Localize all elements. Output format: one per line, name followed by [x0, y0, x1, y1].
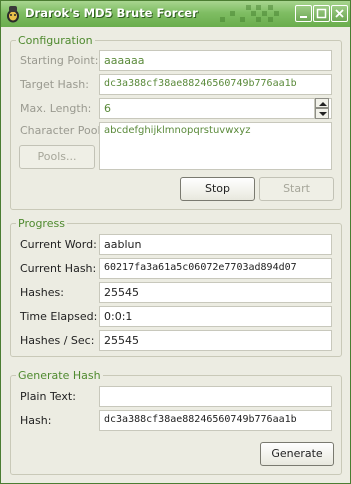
- progress-legend: Progress: [16, 217, 67, 230]
- plain-text-field[interactable]: [99, 386, 332, 407]
- generate-hash-legend: Generate Hash: [16, 369, 103, 382]
- time-elapsed-label: Time Elapsed:: [20, 310, 98, 323]
- current-word-label: Current Word:: [20, 238, 97, 251]
- title-pattern: [220, 5, 279, 22]
- stop-button[interactable]: Stop: [180, 177, 255, 201]
- app-icon: [7, 6, 19, 23]
- generate-button[interactable]: Generate: [260, 442, 334, 466]
- spin-down-button[interactable]: [315, 108, 329, 119]
- max-length-field[interactable]: 6: [99, 98, 332, 119]
- arrow-down-icon: [319, 112, 327, 116]
- current-word-field[interactable]: aablun: [99, 234, 332, 255]
- window-title: Drarok's MD5 Brute Forcer: [25, 6, 198, 20]
- max-length-label: Max. Length:: [20, 102, 92, 115]
- start-button[interactable]: Start: [259, 177, 334, 201]
- starting-point-field[interactable]: aaaaaa: [99, 50, 332, 71]
- target-hash-label: Target Hash:: [20, 78, 89, 91]
- character-pool-field[interactable]: abcdefghijklmnopqrstuvwxyz: [99, 122, 332, 170]
- time-elapsed-field[interactable]: 0:0:1: [99, 306, 332, 327]
- hash-field[interactable]: dc3a388cf38ae88246560749b776aa1b: [99, 410, 332, 431]
- current-hash-field[interactable]: 60217fa3a61a5c06072e7703ad894d07: [99, 258, 332, 279]
- close-button[interactable]: [331, 5, 348, 22]
- plain-text-label: Plain Text:: [20, 390, 76, 403]
- minimize-icon: [300, 16, 307, 18]
- hash-label: Hash:: [20, 414, 52, 427]
- maximize-button[interactable]: [313, 5, 330, 22]
- app-window: Drarok's MD5 Brute Forcer Configuration …: [0, 0, 351, 484]
- spin-up-button[interactable]: [315, 98, 329, 108]
- close-icon: [335, 9, 344, 18]
- pools-button[interactable]: Pools...: [19, 145, 95, 169]
- target-hash-field[interactable]: dc3a388cf38ae88246560749b776aa1b: [99, 74, 332, 95]
- current-hash-label: Current Hash:: [20, 262, 97, 275]
- configuration-legend: Configuration: [16, 34, 95, 47]
- hashes-per-sec-field[interactable]: 25545: [99, 330, 332, 351]
- character-pool-label: Character Pool:: [20, 124, 105, 137]
- arrow-up-icon: [319, 102, 327, 106]
- starting-point-label: Starting Point:: [20, 54, 99, 67]
- hashes-field[interactable]: 25545: [99, 282, 332, 303]
- max-length-spinner[interactable]: [314, 98, 329, 119]
- minimize-button[interactable]: [295, 5, 312, 22]
- maximize-icon: [316, 8, 327, 19]
- title-bar[interactable]: Drarok's MD5 Brute Forcer: [1, 1, 350, 27]
- hashes-label: Hashes:: [20, 286, 64, 299]
- hashes-per-sec-label: Hashes / Sec:: [20, 334, 95, 347]
